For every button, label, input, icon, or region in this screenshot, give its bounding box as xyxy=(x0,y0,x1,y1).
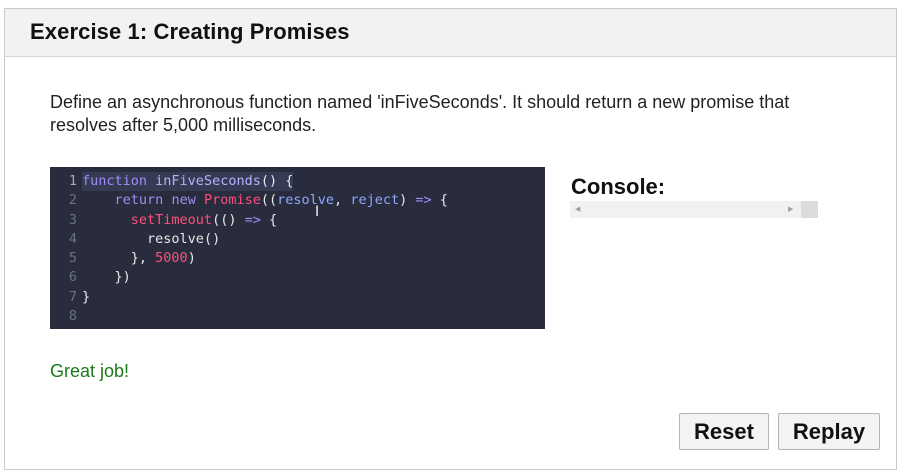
code-line[interactable]: 6 }) xyxy=(50,268,545,287)
exercise-header: Exercise 1: Creating Promises xyxy=(5,9,896,57)
code-token: () { xyxy=(260,173,294,189)
code-token: setTimeout xyxy=(130,211,213,228)
replay-button[interactable]: Replay xyxy=(778,413,880,450)
code-line[interactable]: 2 return new Promise((resolve, reject) =… xyxy=(50,191,545,210)
line-number: 7 xyxy=(68,288,77,305)
code-token: (( xyxy=(260,192,278,209)
code-token: }, xyxy=(130,250,156,267)
code-token: } xyxy=(82,288,91,305)
code-token: inFiveSeconds xyxy=(155,173,261,189)
code-text: }, 5000) xyxy=(82,249,196,268)
code-line[interactable]: 7} xyxy=(50,288,545,307)
scroll-left-icon[interactable]: ◀ xyxy=(575,205,580,213)
code-line[interactable]: 8 xyxy=(50,307,545,326)
text-cursor-icon: I xyxy=(315,204,320,220)
line-number: 6 xyxy=(68,269,77,286)
line-number: 5 xyxy=(68,250,77,267)
line-number: 3 xyxy=(68,211,77,228)
code-token: { xyxy=(431,192,448,209)
success-message: Great job! xyxy=(50,361,130,381)
code-text: resolve() xyxy=(82,230,220,249)
code-token: function xyxy=(82,173,148,189)
reset-button[interactable]: Reset xyxy=(679,413,769,450)
code-token: () xyxy=(203,230,221,247)
code-token: ) xyxy=(187,250,196,267)
code-token: (() xyxy=(212,211,245,228)
code-token: return xyxy=(114,192,164,209)
code-text: } xyxy=(82,288,90,307)
line-number: 1 xyxy=(68,173,77,189)
code-text: return new Promise((resolve, reject) => … xyxy=(82,191,448,210)
line-number: 4 xyxy=(68,230,77,247)
exercise-title: Exercise 1: Creating Promises xyxy=(30,19,350,44)
code-line[interactable]: 5 }, 5000) xyxy=(50,249,545,268)
line-number: 8 xyxy=(68,308,77,325)
code-line[interactable]: 1 function inFiveSeconds() { xyxy=(50,172,545,192)
code-text: function inFiveSeconds() { xyxy=(82,172,294,192)
code-token: reject xyxy=(350,192,400,209)
code-token: 5000 xyxy=(155,250,188,267)
code-token: => xyxy=(244,211,261,228)
console-title: Console: xyxy=(571,174,666,199)
console-scrollbar[interactable]: ◀ ▶ xyxy=(570,201,818,218)
scroll-right-icon[interactable]: ▶ xyxy=(788,205,793,213)
code-text: }) xyxy=(82,268,131,287)
code-token: Promise xyxy=(203,192,261,209)
line-number: 2 xyxy=(68,192,77,209)
code-token: }) xyxy=(114,269,131,286)
code-token: resolve xyxy=(147,230,204,247)
code-editor[interactable]: 1 function inFiveSeconds() {2 return new … xyxy=(50,167,545,329)
code-token: ) xyxy=(399,192,416,209)
code-token: resolve xyxy=(277,192,335,209)
code-line[interactable]: 3 setTimeout(() => { xyxy=(50,211,545,230)
code-token: , xyxy=(334,192,351,209)
code-token: => xyxy=(415,192,432,209)
code-text: setTimeout(() => { xyxy=(82,211,277,230)
code-line[interactable]: 4 resolve() xyxy=(50,230,545,249)
code-token: { xyxy=(260,211,278,228)
exercise-description: Define an asynchronous function named 'i… xyxy=(50,92,790,135)
scroll-corner xyxy=(801,201,818,218)
code-token: new xyxy=(171,192,196,209)
